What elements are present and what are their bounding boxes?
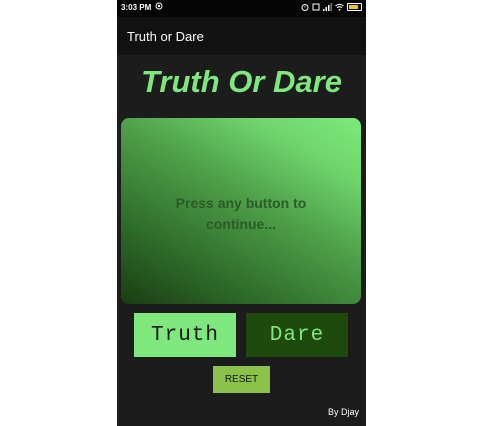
truth-button[interactable]: Truth (134, 313, 236, 357)
phone-screen: 3:03 PM Truth or Dare Truth Or Dare Pres… (117, 0, 366, 426)
alarm-icon (301, 4, 309, 11)
battery-icon (347, 3, 362, 11)
status-time: 3:03 PM (121, 3, 152, 12)
dare-button[interactable]: Dare (246, 313, 348, 357)
prompt-message-line-2: continue... (206, 216, 276, 232)
reset-button[interactable]: RESET (213, 366, 270, 393)
headline: Truth Or Dare (141, 64, 342, 99)
prompt-message-line-1: Press any button to (175, 195, 307, 211)
app-notification-icon (155, 2, 163, 10)
status-bar: 3:03 PM (117, 0, 366, 17)
app-bar: Truth or Dare (117, 17, 366, 55)
signal-icon (323, 3, 332, 11)
author-credit: By Djay (327, 407, 359, 417)
sim-icon (312, 3, 320, 11)
prompt-card: Press any button to continue... (121, 118, 361, 304)
app-title: Truth or Dare (127, 29, 204, 44)
wifi-icon (335, 3, 344, 11)
prompt-message: Press any button to continue... (121, 193, 361, 235)
